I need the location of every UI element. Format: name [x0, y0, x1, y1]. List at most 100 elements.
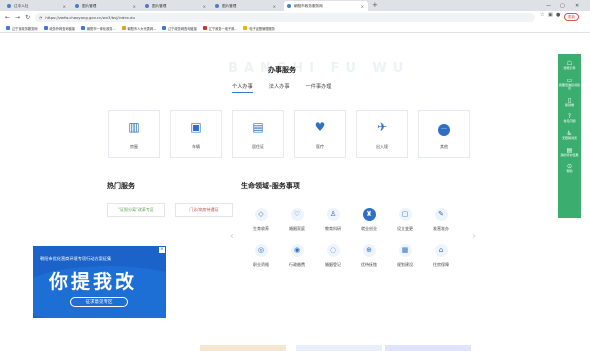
certificate-icon: ◎	[254, 244, 268, 257]
chevron-right-icon[interactable]: ›	[472, 231, 476, 242]
tab-close-icon[interactable]: ×	[361, 4, 364, 9]
bookmark-item[interactable]: 政务外网查询链接	[43, 26, 75, 31]
sidebar-item-help[interactable]: ⊙ 帮助	[559, 163, 581, 174]
banner-strip	[200, 345, 286, 351]
planning-icon: ▦	[398, 244, 412, 257]
bookmark-item[interactable]: 辽宁省政务服务网	[6, 26, 38, 31]
profile-icon[interactable]: ●	[556, 12, 560, 18]
background-watermark: BANSHI FU WU	[228, 61, 410, 76]
promo-headline: 你提我改	[49, 271, 138, 293]
browser-tab[interactable]: 图片管理 ×	[212, 1, 280, 11]
sidebar-item-guide[interactable]: ☖ 智能引导	[559, 60, 581, 71]
bookmark-icon	[202, 26, 207, 30]
browser-tab-bar: 辽中人社 × 图片管理 × 图片管理 × 图片管理 × 朝阳市政务服务网 × + — ▢ …	[0, 0, 590, 11]
briefcase-icon: ♜	[362, 208, 376, 221]
floating-sidebar: ☖ 智能引导 ▭ 我要咨询投诉建议 ▯ 移动端 ? 常见问题 ♿ 无障碍浏览 ▤ 我的评价结…	[558, 54, 581, 218]
document-icon: ▢	[398, 208, 412, 221]
bookmark-item[interactable]: 电子证照管理服务	[243, 26, 275, 31]
new-tab-button[interactable]: +	[372, 1, 378, 9]
tab-close-icon[interactable]: ×	[133, 4, 136, 9]
sidebar-item-accessibility[interactable]: ♿ 无障碍浏览	[559, 130, 581, 141]
banner-strip	[296, 345, 382, 351]
url-input[interactable]: ◔ https://zwfw.chaoyang.gov.cn/wx3/bsj/in…	[35, 13, 535, 22]
life-item[interactable]: ♙ 教育科研	[315, 208, 351, 232]
promo-popup[interactable]: × 朝阳市优化营商环境专项行动方案征集 你提我改 征求意见专区	[33, 246, 166, 318]
hot-service-outpatient[interactable]: 门诊/病房待遇证	[175, 203, 233, 217]
favicon-icon	[287, 4, 291, 8]
maximize-button[interactable]: ▢	[560, 0, 565, 11]
plane-icon: ✈	[376, 119, 388, 134]
education-icon: ♙	[326, 208, 340, 221]
life-item[interactable]: ⊕ 优待抚恤	[351, 244, 387, 268]
sidebar-item-faq[interactable]: ? 常见问题	[559, 113, 581, 124]
tab-close-icon[interactable]: ×	[273, 4, 276, 9]
tab-close-icon[interactable]: ×	[203, 4, 206, 9]
lock-icon: ◔	[39, 15, 43, 20]
promo-subtitle: 朝阳市优化营商环境专项行动方案征集	[40, 256, 112, 261]
sidebar-item-mobile[interactable]: ▯ 移动端	[559, 97, 581, 108]
bookmark-item[interactable]: 朝阳市人大代表网...	[121, 26, 156, 31]
house-icon: ⌂	[434, 244, 448, 257]
bookmark-item[interactable]: 辽宁政务一电子政...	[202, 26, 237, 31]
life-item[interactable]: ♡ 婚姻家庭	[279, 208, 315, 232]
tab-corporate[interactable]: 法人办事	[269, 83, 290, 93]
service-card-residence[interactable]: ▤ 居住证	[232, 110, 284, 158]
update-button[interactable]: 更新	[564, 13, 580, 21]
life-services-title: 生命领域-服务事项	[241, 182, 300, 190]
life-item[interactable]: ◎ 职业资格	[243, 244, 279, 268]
service-card-travel[interactable]: ✈ 出入境	[356, 110, 408, 158]
life-item[interactable]: ⌂ 住房保障	[423, 244, 459, 268]
care-icon: ⊕	[362, 244, 376, 257]
chevron-left-icon[interactable]: ‹	[230, 231, 234, 242]
life-services-grid: ◇ 生育收养 ♡ 婚姻家庭 ♙ 教育科研 ♜ 就业创业 ▢ 设立变更 ✎ 准营准办 ◎ 职业资…	[243, 208, 495, 268]
service-card-medical[interactable]: ♥ 医疗	[294, 110, 346, 158]
bookmark-item[interactable]: 朝阳市一体化政务...	[81, 26, 116, 31]
promo-button[interactable]: 征求意见专区	[70, 297, 128, 307]
life-item[interactable]: ▢ 设立变更	[387, 208, 423, 232]
bookmark-icon	[243, 26, 248, 30]
browser-tab-active[interactable]: 朝阳市政务服务网 ×	[284, 1, 368, 11]
minimize-button[interactable]: —	[546, 0, 551, 11]
sidebar-item-consult[interactable]: ▭ 我要咨询投诉建议	[559, 77, 581, 91]
life-item[interactable]: ▦ 规划建设	[387, 244, 423, 268]
close-window-button[interactable]: ✕	[575, 0, 579, 11]
hot-services-list: "证照分离"改革专区 门诊/病房待遇证	[107, 203, 233, 217]
life-item[interactable]: ◉ 行政缴费	[279, 244, 315, 268]
extension-icon[interactable]: ▣	[548, 12, 553, 18]
life-item[interactable]: ◇ 生育收养	[243, 208, 279, 232]
browser-tab[interactable]: 辽中人社 ×	[4, 1, 70, 11]
baby-icon: ◇	[254, 208, 268, 221]
life-item[interactable]: ◌ 婚姻登记	[315, 244, 351, 268]
sidebar-item-evaluation[interactable]: ▤ 我的评价结果	[559, 147, 581, 158]
service-card-housing[interactable]: ▥ 房屋	[108, 110, 160, 158]
service-card-other[interactable]: ··· 其他	[418, 110, 470, 158]
tab-personal[interactable]: 个人办事	[232, 83, 253, 93]
edit-icon: ✎	[434, 208, 448, 221]
life-item-selected[interactable]: ♜ 就业创业	[351, 208, 387, 232]
ring-icon: ◌	[326, 244, 340, 257]
service-card-vehicle[interactable]: ▣ 车辆	[170, 110, 222, 158]
bookmark-icon	[6, 26, 10, 30]
browser-tab[interactable]: 图片管理 ×	[72, 1, 140, 11]
bookmarks-bar: 辽宁省政务服务网 政务外网查询链接 朝阳市一体化政务... 朝阳市人大代表网..…	[0, 24, 590, 33]
hot-service-license-reform[interactable]: "证照分离"改革专区	[107, 203, 165, 217]
reload-icon[interactable]: ↻	[25, 14, 30, 21]
banner-strip	[385, 345, 471, 351]
family-icon: ♡	[290, 208, 304, 221]
back-icon[interactable]: ←	[5, 14, 10, 21]
stethoscope-icon: ♥	[314, 119, 326, 134]
life-item[interactable]: ✎ 准营准办	[423, 208, 459, 232]
favicon-icon	[7, 4, 11, 8]
browser-tab[interactable]: 图片管理 ×	[142, 1, 210, 11]
payment-icon: ◉	[290, 244, 304, 257]
bookmark-icon	[43, 26, 48, 30]
bookmark-item[interactable]: 辽宁政务网查询链接	[162, 26, 197, 31]
tab-one-thing[interactable]: 一件事办理	[306, 83, 332, 93]
id-card-icon: ▤	[252, 119, 264, 134]
tab-close-icon[interactable]: ×	[63, 4, 66, 9]
forward-icon[interactable]: →	[15, 14, 20, 21]
more-icon: ···	[438, 123, 450, 136]
building-icon: ▥	[128, 119, 140, 134]
star-icon[interactable]: ☆	[540, 12, 544, 18]
close-icon[interactable]: ×	[159, 247, 165, 253]
